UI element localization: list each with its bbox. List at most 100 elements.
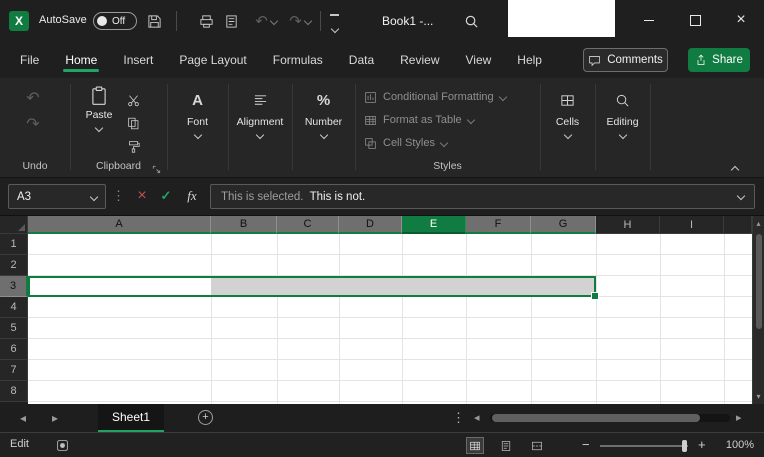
row-header-4[interactable]: 4 — [0, 297, 28, 318]
cut-button[interactable] — [122, 90, 144, 110]
clipboard-dialog-launcher[interactable] — [152, 161, 161, 179]
column-header-a[interactable]: A — [28, 216, 211, 234]
tab-insert[interactable]: Insert — [121, 43, 155, 77]
row-header-2[interactable]: 2 — [0, 255, 28, 276]
tab-home[interactable]: Home — [63, 43, 100, 77]
search-button[interactable] — [462, 12, 480, 30]
vertical-scrollbar[interactable]: ▴ ▾ — [752, 216, 764, 404]
normal-view-button[interactable] — [466, 437, 484, 454]
format-as-table-button[interactable]: Format as Table — [364, 111, 475, 129]
collapse-ribbon-button[interactable] — [730, 160, 740, 178]
row-header-5[interactable]: 5 — [0, 318, 28, 339]
tab-view[interactable]: View — [464, 43, 494, 77]
comments-button[interactable]: Comments — [583, 48, 668, 72]
maximize-button[interactable] — [672, 0, 718, 40]
select-all-button[interactable] — [0, 216, 28, 234]
hscroll-left-button[interactable]: ◂ — [474, 411, 480, 424]
tab-help[interactable]: Help — [515, 43, 544, 77]
row-header-3[interactable]: 3 — [0, 276, 28, 297]
row-header-1[interactable]: 1 — [0, 234, 28, 255]
next-sheet-button[interactable]: ▸ — [52, 411, 58, 425]
cancel-button[interactable]: × — [132, 186, 152, 206]
formula-text-rest: This is not. — [303, 190, 366, 203]
cell-grid[interactable] — [28, 234, 752, 404]
zoom-slider[interactable] — [600, 445, 688, 447]
column-header-e[interactable]: E — [402, 216, 466, 234]
tab-page-layout[interactable]: Page Layout — [177, 43, 248, 77]
new-sheet-button[interactable]: + — [198, 410, 213, 425]
minimize-button[interactable] — [626, 0, 672, 40]
scroll-up-button[interactable]: ▴ — [753, 219, 764, 228]
sheet-options-button[interactable]: ⋮ — [452, 410, 465, 426]
copy-button[interactable] — [122, 113, 144, 133]
zoom-out-button[interactable]: − — [582, 437, 590, 452]
insert-function-button[interactable]: fx — [182, 186, 202, 206]
tab-data[interactable]: Data — [347, 43, 376, 77]
alignment-group-button[interactable]: Alignment — [228, 78, 292, 140]
document-title: Book1 -... — [382, 14, 434, 28]
worksheet-area: A B C D E F G H I 1 2 3 4 5 6 7 8 ▴ ▾ — [0, 216, 764, 404]
ribbon-redo-button[interactable]: ↷ — [22, 114, 44, 134]
customize-quick-access-button[interactable] — [330, 14, 340, 37]
tab-file[interactable]: File — [18, 43, 41, 77]
editing-group-button[interactable]: Editing — [595, 78, 650, 140]
enter-icon: ✓ — [160, 188, 172, 203]
print-icon — [199, 14, 213, 28]
row-header-6[interactable]: 6 — [0, 339, 28, 360]
column-header-f[interactable]: F — [466, 216, 531, 234]
cell-a3-editor[interactable]: This is selected. This is not. — [30, 278, 211, 295]
enter-button[interactable]: ✓ — [156, 186, 176, 206]
select-all-triangle-icon — [18, 224, 25, 231]
macro-record-button[interactable] — [56, 439, 69, 457]
redo-button[interactable]: ↷ — [286, 12, 314, 30]
formula-bar-splitter[interactable]: ⋮ — [112, 188, 125, 204]
previous-sheet-button[interactable]: ◂ — [20, 411, 26, 425]
share-button[interactable]: Share — [688, 48, 750, 72]
row-header-8[interactable]: 8 — [0, 381, 28, 402]
minimize-icon — [644, 19, 654, 21]
chevron-down-icon — [319, 130, 328, 140]
column-header-c[interactable]: C — [277, 216, 339, 234]
name-box[interactable]: A3 — [8, 184, 106, 209]
page-layout-view-button[interactable] — [497, 437, 515, 454]
horizontal-scroll-thumb[interactable] — [492, 414, 700, 422]
close-button[interactable]: × — [718, 0, 764, 40]
undo-group-label: Undo — [22, 160, 48, 172]
font-group-button[interactable]: A Font — [167, 78, 228, 140]
selected-range[interactable]: This is selected. This is not. — [28, 276, 599, 300]
scroll-down-button[interactable]: ▾ — [753, 392, 764, 401]
tab-formulas[interactable]: Formulas — [271, 43, 325, 77]
cells-group-button[interactable]: Cells — [540, 78, 595, 140]
paste-button[interactable]: Paste — [80, 86, 118, 133]
format-painter-button[interactable] — [122, 136, 144, 156]
tab-review[interactable]: Review — [398, 43, 441, 77]
chevron-down-icon — [255, 130, 265, 140]
macro-record-icon — [57, 440, 68, 451]
hscroll-right-button[interactable]: ▸ — [736, 411, 742, 424]
formula-input[interactable]: This is selected. This is not. — [210, 184, 755, 209]
sheet-tab-sheet1[interactable]: Sheet1 — [98, 404, 165, 432]
zoom-slider-knob[interactable] — [682, 440, 687, 452]
undo-button[interactable]: ↶ — [252, 12, 280, 30]
column-header-partial[interactable] — [724, 216, 752, 234]
number-group-button[interactable]: % Number — [292, 78, 355, 140]
conditional-formatting-button[interactable]: Conditional Formatting — [364, 88, 507, 106]
ribbon-undo-button[interactable]: ↶ — [22, 88, 44, 108]
zoom-in-button[interactable]: + — [698, 437, 706, 452]
page-break-view-icon — [532, 441, 542, 450]
autosave-toggle[interactable]: Off — [93, 12, 137, 30]
row-header-7[interactable]: 7 — [0, 360, 28, 381]
zoom-level[interactable]: 100% — [718, 439, 754, 451]
vertical-scroll-thumb[interactable] — [756, 234, 762, 329]
column-header-g[interactable]: G — [531, 216, 596, 234]
page-break-view-button[interactable] — [528, 437, 546, 454]
column-header-h[interactable]: H — [596, 216, 660, 234]
cell-styles-button[interactable]: Cell Styles — [364, 134, 449, 152]
print-button[interactable] — [197, 12, 215, 30]
column-header-i[interactable]: I — [660, 216, 724, 234]
column-header-d[interactable]: D — [339, 216, 402, 234]
save-button[interactable] — [145, 12, 163, 30]
fill-handle[interactable] — [591, 292, 599, 300]
print-preview-button[interactable] — [222, 12, 240, 30]
column-header-b[interactable]: B — [211, 216, 277, 234]
